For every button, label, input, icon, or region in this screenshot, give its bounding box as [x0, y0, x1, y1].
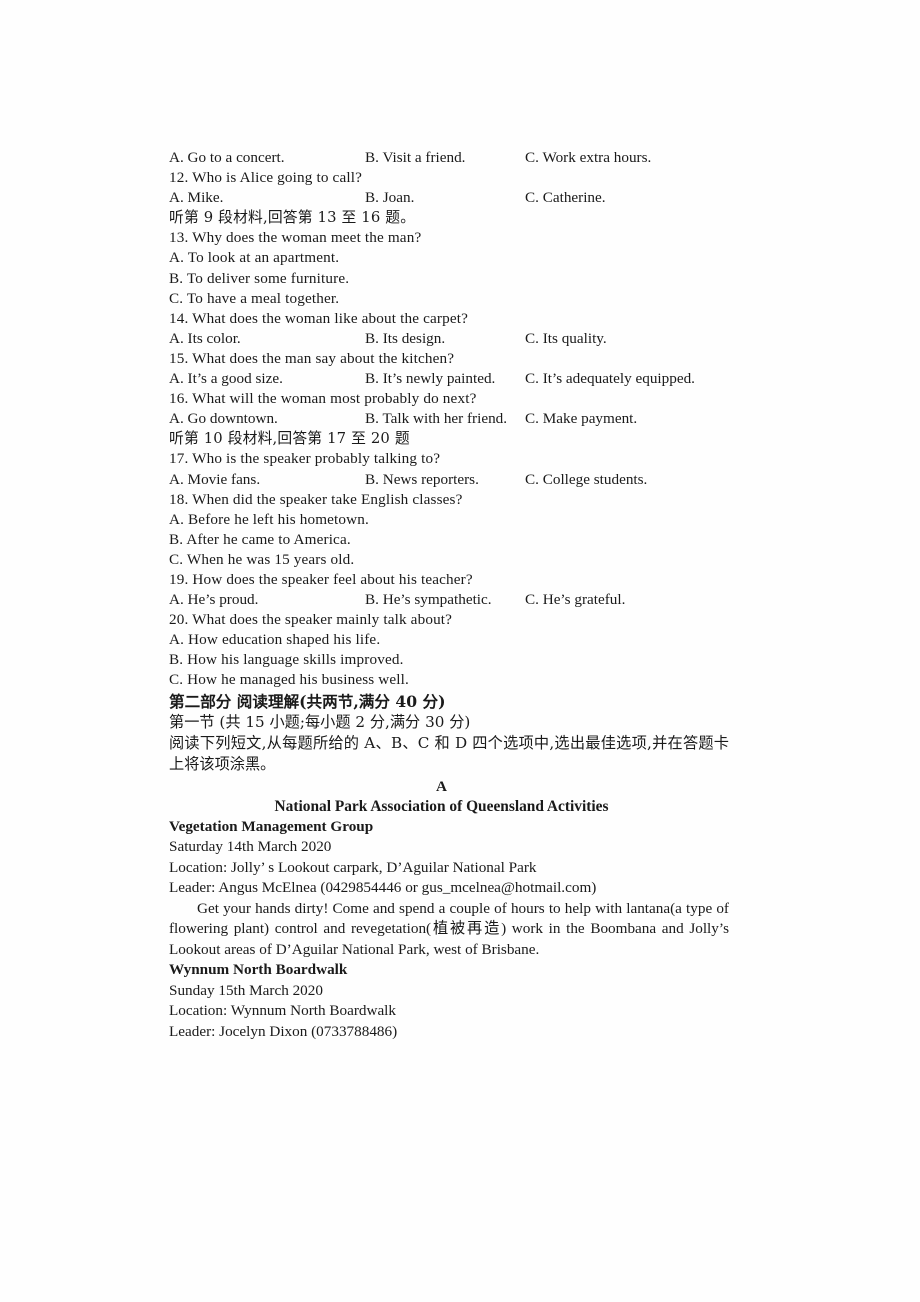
option-a: A. He’s proud. — [169, 591, 259, 609]
question-18-option-c: C. When he was 15 years old. — [169, 550, 355, 568]
option-c: C. College students. — [525, 470, 648, 488]
option-b: B. It’s newly painted. — [365, 370, 496, 388]
listening-material-10-note: 听第 10 段材料,回答第 17 至 20 题 — [169, 430, 410, 448]
question-13-option-b: B. To deliver some furniture. — [169, 269, 350, 287]
option-b: B. Talk with her friend. — [365, 410, 508, 428]
option-b: B. News reporters. — [365, 470, 479, 488]
option-a: A. Go downtown. — [169, 410, 278, 428]
passage-title: National Park Association of Queensland … — [274, 797, 609, 815]
question-17-stem: 17. Who is the speaker probably talking … — [169, 450, 441, 468]
question-16-options: A. Go downtown. B. Talk with her friend.… — [169, 409, 731, 429]
option-c: C. Its quality. — [525, 329, 607, 347]
activity-2-date: Sunday 15th March 2020 — [169, 981, 323, 999]
question-20-stem: 20. What does the speaker mainly talk ab… — [169, 611, 453, 629]
activity-1-name: Vegetation Management Group — [169, 818, 374, 836]
option-a: A. Its color. — [169, 329, 241, 347]
question-20-option-c: C. How he managed his business well. — [169, 671, 410, 689]
question-13-stem: 13. Why does the woman meet the man? — [169, 229, 422, 247]
question-16-stem: 16. What will the woman most probably do… — [169, 390, 477, 408]
option-a: A. Movie fans. — [169, 470, 261, 488]
option-b: B. Its design. — [365, 329, 446, 347]
question-12-options: A. Mike. B. Joan. C. Catherine. — [169, 188, 731, 208]
activity-2-name: Wynnum North Boardwalk — [169, 961, 348, 979]
part-two-heading: 第二部分 阅读理解(共两节,满分 40 分) — [169, 691, 446, 711]
option-c: C. Catherine. — [525, 189, 606, 207]
option-a: A. It’s a good size. — [169, 370, 283, 388]
question-18-option-b: B. After he came to America. — [169, 530, 351, 548]
question-14-options: A. Its color. B. Its design. C. Its qual… — [169, 329, 731, 349]
option-c: C. He’s grateful. — [525, 591, 626, 609]
question-12-stem: 12. Who is Alice going to call? — [169, 169, 362, 187]
option-a: A. Go to a concert. — [169, 149, 285, 166]
option-b: B. Visit a friend. — [365, 149, 466, 166]
question-20-option-a: A. How education shaped his life. — [169, 631, 381, 649]
question-11-options: A. Go to a concert. B. Visit a friend. C… — [169, 148, 731, 168]
option-c: C. It’s adequately equipped. — [525, 370, 695, 388]
option-b: B. He’s sympathetic. — [365, 591, 492, 609]
activity-1-description: Get your hands dirty! Come and spend a c… — [169, 899, 729, 958]
passage-letter: A — [436, 777, 447, 795]
question-17-options: A. Movie fans. B. News reporters. C. Col… — [169, 470, 731, 490]
question-13-option-a: A. To look at an apartment. — [169, 249, 340, 267]
activity-2-leader: Leader: Jocelyn Dixon (0733788486) — [169, 1022, 398, 1040]
question-20-option-b: B. How his language skills improved. — [169, 651, 404, 669]
listening-material-9-note: 听第 9 段材料,回答第 13 至 16 题。 — [169, 209, 416, 227]
activity-1-location: Location: Jolly’ s Lookout carpark, D’Ag… — [169, 858, 537, 876]
option-b: B. Joan. — [365, 189, 415, 207]
option-a: A. Mike. — [169, 189, 224, 207]
activity-2-location: Location: Wynnum North Boardwalk — [169, 1002, 396, 1020]
exam-paper-page: A. Go to a concert. B. Visit a friend. C… — [0, 0, 920, 1302]
activity-1-leader: Leader: Angus McElnea (0429854446 or gus… — [169, 879, 597, 897]
question-19-options: A. He’s proud. B. He’s sympathetic. C. H… — [169, 590, 731, 610]
question-19-stem: 19. How does the speaker feel about his … — [169, 570, 473, 588]
question-18-option-a: A. Before he left his hometown. — [169, 510, 369, 528]
activity-1-date: Saturday 14th March 2020 — [169, 838, 332, 856]
option-c: C. Make payment. — [525, 410, 638, 428]
question-15-options: A. It’s a good size. B. It’s newly paint… — [169, 369, 731, 389]
page-content: A. Go to a concert. B. Visit a friend. C… — [169, 148, 731, 1042]
option-c: C. Work extra hours. — [525, 149, 652, 166]
question-18-stem: 18. When did the speaker take English cl… — [169, 490, 463, 508]
question-15-stem: 15. What does the man say about the kitc… — [169, 349, 455, 367]
part-two-instruction: 阅读下列短文,从每题所给的 A、B、C 和 D 四个选项中,选出最佳选项,并在答… — [169, 733, 729, 774]
part-two-subheading: 第一节 (共 15 小题;每小题 2 分,满分 30 分) — [169, 712, 471, 731]
question-13-option-c: C. To have a meal together. — [169, 289, 340, 307]
question-14-stem: 14. What does the woman like about the c… — [169, 309, 468, 327]
